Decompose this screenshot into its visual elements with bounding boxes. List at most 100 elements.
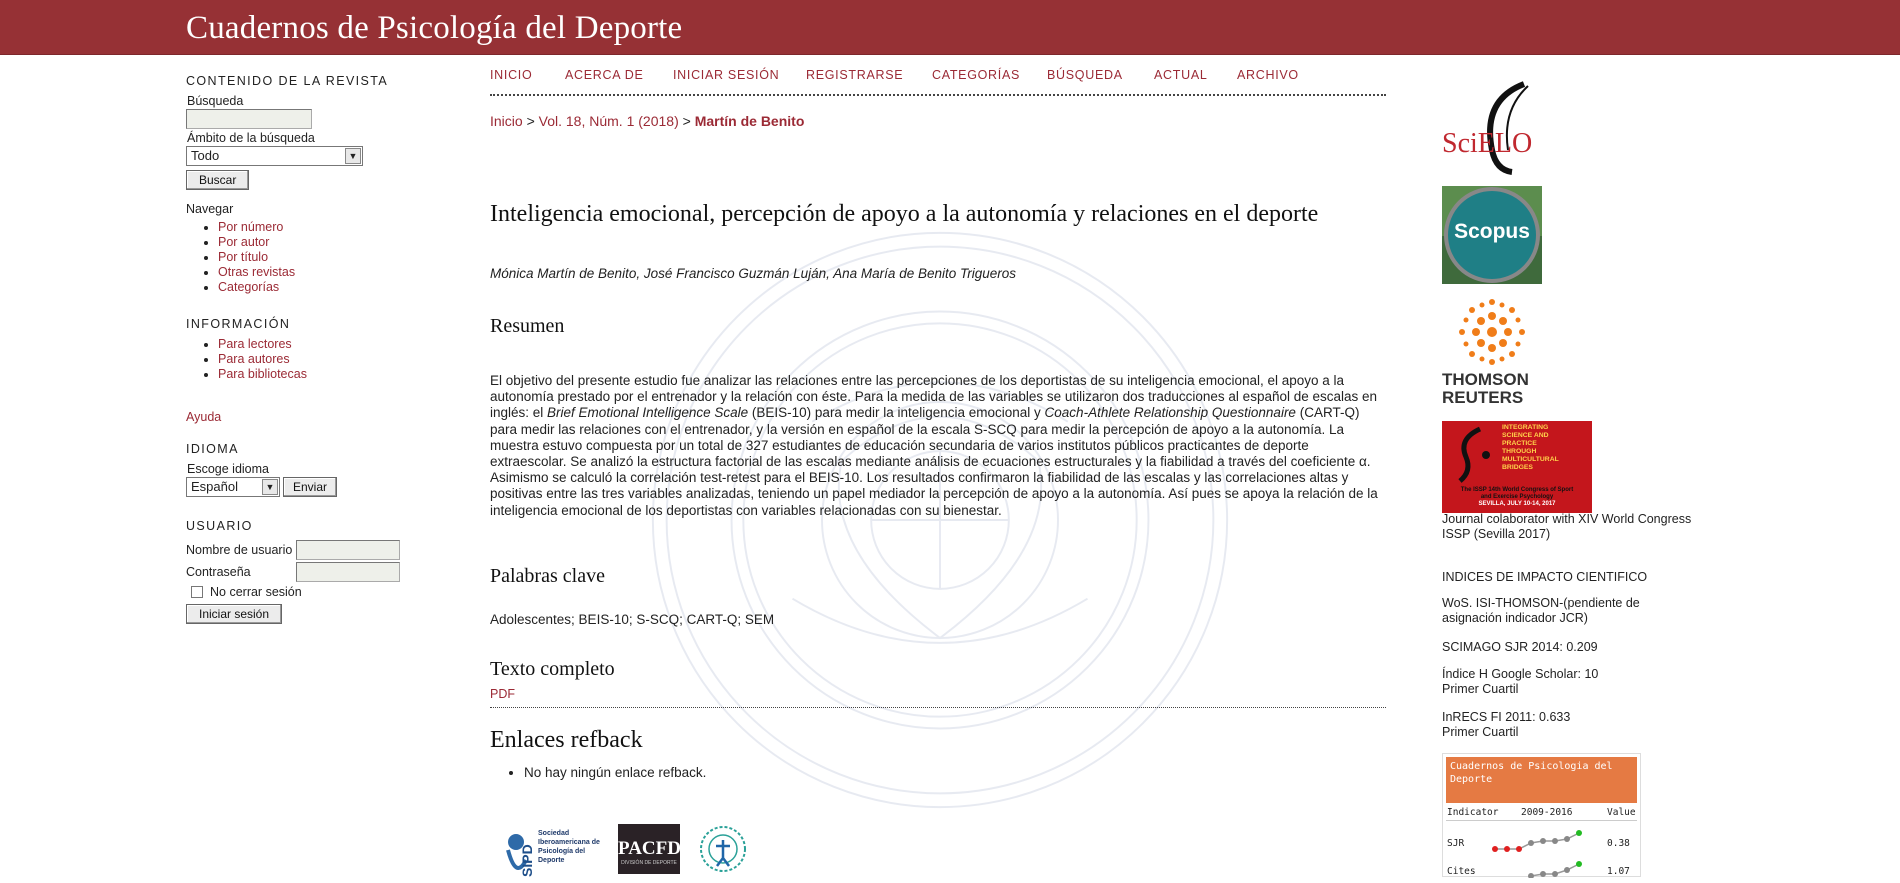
remember-label: No cerrar sesión	[210, 585, 302, 599]
for-readers-link[interactable]: Para lectores	[218, 337, 292, 351]
user-block: USUARIO Nombre de usuario Contraseña No …	[186, 519, 416, 624]
list-item: Para lectores	[218, 337, 416, 352]
browse-by-title-link[interactable]: Por título	[218, 250, 268, 264]
svg-text:SIPD: SIPD	[519, 844, 535, 877]
refback-list: No hay ningún enlace refback.	[490, 765, 706, 780]
scielo-logo[interactable]: SciELO	[1442, 80, 1552, 180]
search-scope-select[interactable]: Todo ▼	[186, 146, 363, 166]
google-scholar-index: Índice H Google Scholar: 10	[1442, 667, 1599, 681]
site-header: Cuadernos de Psicología del Deporte	[0, 0, 1900, 55]
other-journals-link[interactable]: Otras revistas	[218, 265, 295, 279]
language-label: Escoge idioma	[187, 462, 269, 476]
university-seal-watermark	[651, 231, 1229, 809]
search-input[interactable]	[186, 109, 312, 129]
nav-register[interactable]: REGISTRARSE	[806, 68, 903, 82]
scimago-row-sjr-label: SJR	[1447, 838, 1465, 849]
issp-congress-banner[interactable]: INTEGRATING SCIENCE AND PRACTICE THROUGH…	[1442, 421, 1592, 513]
thomson-reuters-logo[interactable]: THOMSON REUTERS	[1442, 296, 1552, 408]
breadcrumb-issue[interactable]: Vol. 18, Núm. 1 (2018)	[539, 113, 679, 129]
inrecs-index: InRECS FI 2011: 0.633	[1442, 710, 1571, 724]
pdf-link[interactable]: PDF	[490, 687, 515, 701]
left-sidebar: CONTENIDO DE LA REVISTA Búsqueda Ámbito …	[186, 74, 416, 624]
chevron-down-icon[interactable]: ▼	[262, 479, 278, 495]
language-select[interactable]: Español ▼	[186, 477, 280, 497]
username-label: Nombre de usuario	[186, 543, 293, 557]
list-item: Para autores	[218, 352, 416, 367]
nav-about[interactable]: ACERCA DE	[565, 68, 644, 82]
scimago-col-indicator: Indicator	[1447, 807, 1499, 818]
breadcrumb-separator: >	[526, 113, 535, 129]
breadcrumb-home[interactable]: Inicio	[490, 113, 523, 129]
list-item: Categorías	[218, 280, 416, 295]
nav-categories[interactable]: CATEGORÍAS	[932, 68, 1020, 82]
abstract-text: El objetivo del presente estudio fue ana…	[490, 373, 1378, 518]
svg-text:Sociedad: Sociedad	[538, 830, 569, 837]
search-scope-value: Todo	[191, 148, 220, 163]
google-scholar-quartile: Primer Cuartil	[1442, 682, 1519, 696]
list-item: Por título	[218, 250, 416, 265]
search-label: Búsqueda	[187, 94, 244, 108]
issp-caption: Journal colaborator with XIV World Congr…	[1442, 512, 1692, 541]
information-title: INFORMACIÓN	[186, 317, 291, 331]
language-value: Español	[191, 479, 238, 494]
for-libraries-link[interactable]: Para bibliotecas	[218, 367, 307, 381]
scimago-col-value: Value	[1607, 807, 1636, 818]
browse-by-author-link[interactable]: Por autor	[218, 235, 269, 249]
login-button[interactable]: Iniciar sesión	[186, 604, 283, 624]
scopus-logo[interactable]: Scopus	[1442, 186, 1542, 284]
nav-login[interactable]: INICIAR SESIÓN	[673, 68, 779, 82]
language-block: IDIOMA Escoge idioma Español ▼ Enviar	[186, 442, 416, 497]
site-title[interactable]: Cuadernos de Psicología del Deporte	[186, 10, 682, 47]
search-scope-label: Ámbito de la búsqueda	[187, 131, 315, 145]
nav-current[interactable]: ACTUAL	[1154, 68, 1208, 82]
svg-text:Iberoamericana de: Iberoamericana de	[538, 839, 600, 846]
journal-content-block: CONTENIDO DE LA REVISTA Búsqueda Ámbito …	[186, 74, 416, 295]
scimago-sjr-sparkline	[1492, 830, 1582, 852]
inrecs-quartile: Primer Cuartil	[1442, 725, 1519, 739]
section-divider	[490, 707, 1386, 708]
wos-index: WoS. ISI-THOMSON-(pendiente de asignació…	[1442, 596, 1640, 625]
password-input[interactable]	[296, 562, 400, 582]
chevron-down-icon[interactable]: ▼	[345, 148, 361, 164]
search-button[interactable]: Buscar	[186, 170, 250, 190]
password-label: Contraseña	[186, 565, 251, 579]
categories-link[interactable]: Categorías	[218, 280, 279, 294]
svg-text:Psicología del: Psicología del	[538, 848, 585, 855]
abstract-heading: Resumen	[490, 315, 565, 337]
scimago-row-cites-value: 1.07	[1607, 866, 1630, 877]
svg-text:Deporte: Deporte	[538, 857, 565, 864]
breadcrumb-separator: >	[682, 113, 691, 129]
scimago-col-range: 2009-2016	[1521, 807, 1573, 818]
information-list: Para lectores Para autores Para bibliote…	[186, 337, 416, 382]
breadcrumb: Inicio > Vol. 18, Núm. 1 (2018) > Martín…	[490, 113, 804, 129]
nav-search[interactable]: BÚSQUEDA	[1047, 68, 1123, 82]
list-item: Por autor	[218, 235, 416, 250]
paced-logo[interactable]: PACFD DIVISIÓN DE DEPORTE	[618, 824, 681, 874]
scimago-row-sjr-value: 0.38	[1607, 838, 1630, 849]
article-title: Inteligencia emocional, percepción de ap…	[490, 201, 1319, 227]
information-block: INFORMACIÓN Para lectores Para autores P…	[186, 317, 416, 382]
impact-title: INDICES DE IMPACTO CIENTIFICO	[1442, 570, 1648, 584]
browse-list: Por número Por autor Por título Otras re…	[186, 220, 416, 295]
article-authors: Mónica Martín de Benito, José Francisco …	[490, 266, 1017, 281]
username-input[interactable]	[296, 540, 400, 560]
browse-label: Navegar	[186, 202, 234, 216]
for-authors-link[interactable]: Para autores	[218, 352, 290, 366]
user-title: USUARIO	[186, 519, 253, 533]
scimago-row-cites-label: Cites	[1447, 866, 1476, 877]
help-link[interactable]: Ayuda	[186, 410, 221, 424]
language-submit-button[interactable]: Enviar	[283, 477, 338, 497]
fulltext-heading: Texto completo	[490, 658, 615, 680]
list-item: Otras revistas	[218, 265, 416, 280]
keywords-heading: Palabras clave	[490, 565, 605, 587]
browse-by-issue-link[interactable]: Por número	[218, 220, 283, 234]
nav-home[interactable]: INICIO	[490, 68, 532, 82]
scimago-widget[interactable]: Cuadernos de Psicologia del Deporte Indi…	[1442, 753, 1641, 878]
remm-logo[interactable]	[698, 824, 748, 874]
journal-content-title: CONTENIDO DE LA REVISTA	[186, 74, 389, 88]
list-item: Por número	[218, 220, 416, 235]
keywords-text: Adolescentes; BEIS-10; S-SCQ; CART-Q; SE…	[490, 612, 775, 627]
breadcrumb-current[interactable]: Martín de Benito	[695, 113, 805, 129]
nav-archive[interactable]: ARCHIVO	[1237, 68, 1299, 82]
remember-checkbox[interactable]	[191, 586, 203, 598]
